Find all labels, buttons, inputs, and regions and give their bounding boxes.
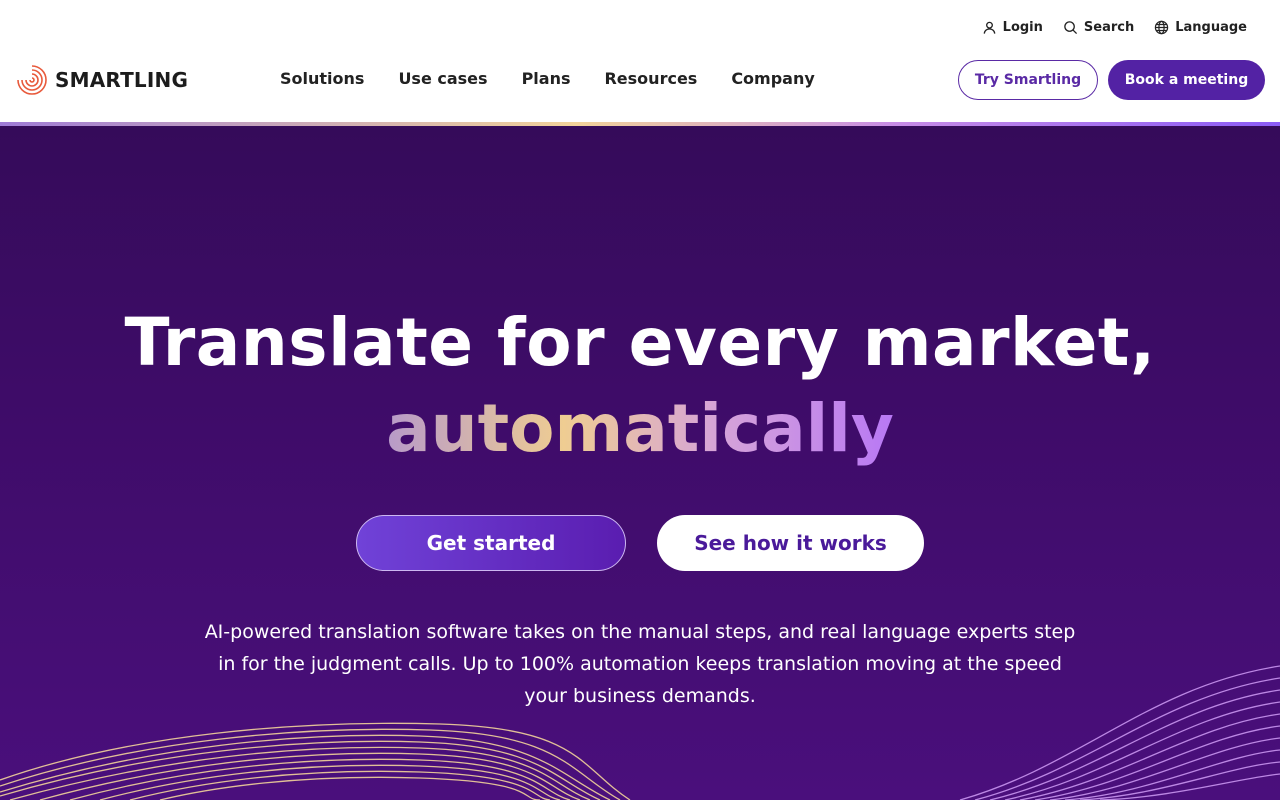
login-label: Login xyxy=(1002,20,1043,35)
search-link[interactable]: Search xyxy=(1063,20,1134,35)
main-nav: Solutions Use cases Plans Resources Comp… xyxy=(280,69,815,88)
utility-bar: Login Search Language xyxy=(982,20,1247,35)
book-meeting-button[interactable]: Book a meeting xyxy=(1108,60,1265,100)
search-icon xyxy=(1064,21,1077,35)
get-started-button[interactable]: Get started xyxy=(356,515,626,571)
hero-section: Translate for every market, automaticall… xyxy=(0,126,1280,800)
nav-item-company[interactable]: Company xyxy=(731,69,814,88)
see-how-it-works-button[interactable]: See how it works xyxy=(657,515,924,571)
brand-name: SMARTLING xyxy=(55,68,189,92)
hero-headline-accent: automatically xyxy=(0,390,1280,467)
search-label: Search xyxy=(1083,20,1135,35)
user-icon xyxy=(983,21,995,34)
hero-headline: Translate for every market, xyxy=(124,304,1156,381)
try-smartling-button[interactable]: Try Smartling xyxy=(958,60,1098,100)
nav-item-plans[interactable]: Plans xyxy=(522,69,571,88)
brand-logo[interactable]: SMARTLING xyxy=(15,63,188,97)
language-selector[interactable]: Language xyxy=(1154,20,1247,35)
fingerprint-logo-icon xyxy=(17,65,47,95)
left-wave-lines xyxy=(0,722,631,800)
nav-item-resources[interactable]: Resources xyxy=(604,69,697,88)
nav-item-solutions[interactable]: Solutions xyxy=(280,69,364,88)
language-label: Language xyxy=(1175,20,1247,35)
hero-subcopy: AI-powered translation software takes on… xyxy=(204,621,1076,707)
login-link[interactable]: Login xyxy=(982,20,1043,35)
site-header: Login Search Language SMARTLING Solution… xyxy=(0,0,1280,122)
hero-headline-accent-text: automatically xyxy=(386,390,894,467)
globe-icon xyxy=(1155,20,1169,35)
nav-item-use-cases[interactable]: Use cases xyxy=(398,69,487,88)
